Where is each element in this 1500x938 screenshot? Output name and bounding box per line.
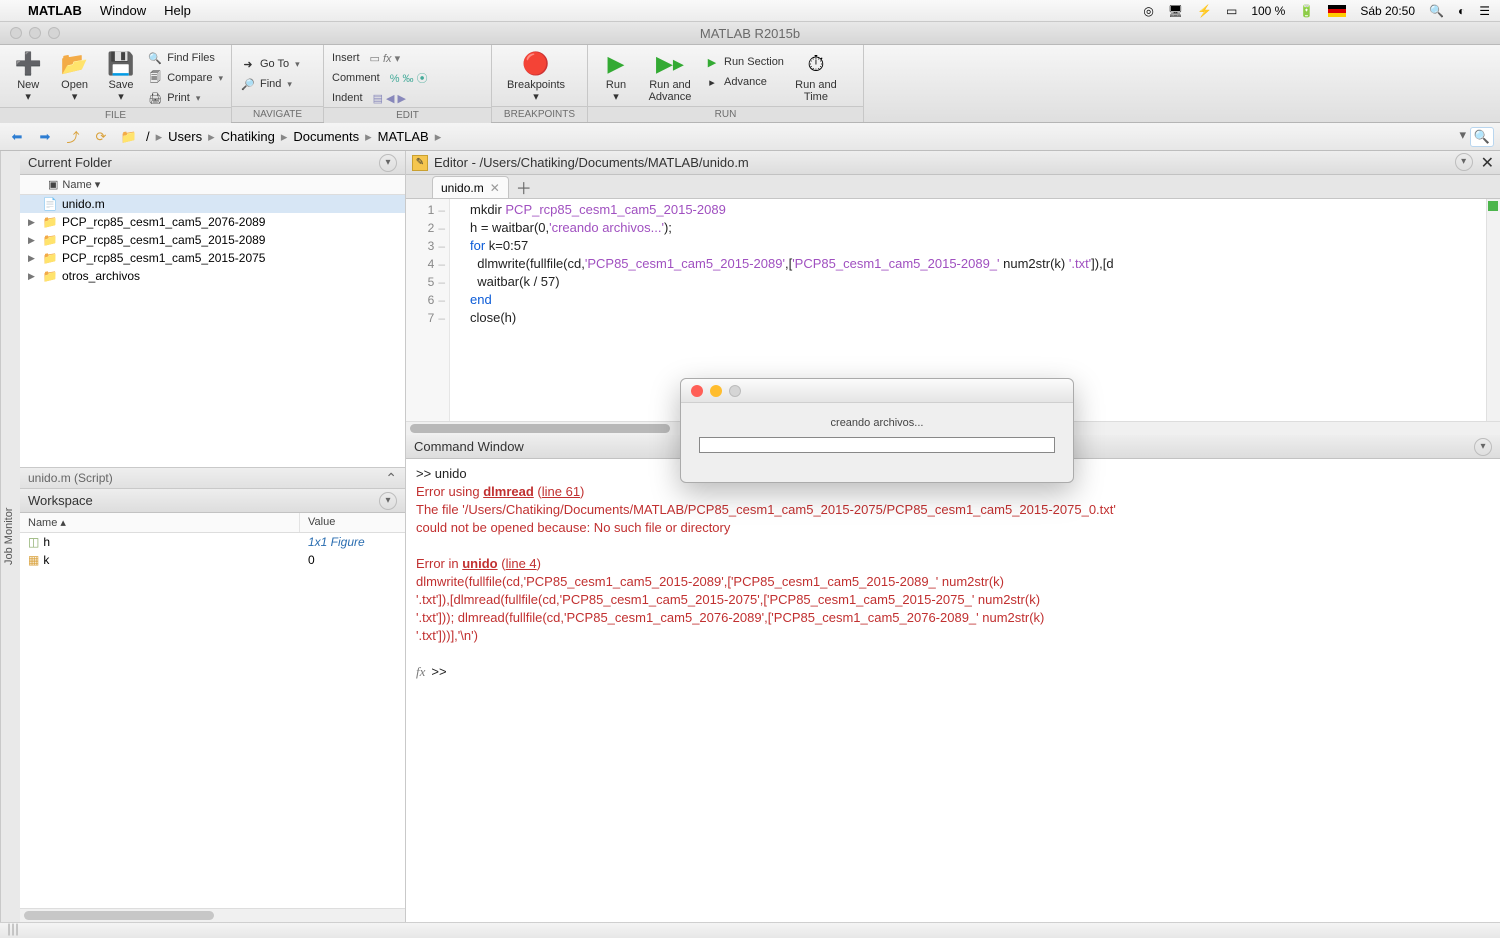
folder-item[interactable]: ▶📁PCP_rcp85_cesm1_cam5_2076-2089 [20,213,405,231]
command-window[interactable]: >> unidoError using dlmread (line 61)The… [406,459,1500,922]
find-files-button[interactable]: 🔍Find Files [147,49,223,67]
advance-button[interactable]: ▸Advance [704,73,784,91]
file-status-expand[interactable]: ⌃ [385,470,397,487]
menu-list-icon[interactable]: ☰ [1479,4,1490,18]
command-prompt[interactable]: >> [431,663,446,681]
battery-text: 100 % [1251,4,1285,18]
workspace-value-header[interactable]: Value [300,513,343,532]
run-section-button[interactable]: ▶Run Section [704,53,784,71]
editor-titlebar: ✎ Editor - /Users/Chatiking/Documents/MA… [406,151,1500,175]
file-status: unido.m (Script)⌃ [20,467,405,489]
file-item[interactable]: 📄unido.m [20,195,405,213]
save-button[interactable]: 💾Save▾ [101,49,141,103]
nav-reload-button[interactable]: ⟳ [90,127,112,147]
file-name-header[interactable]: ▣Name ▾ [20,175,405,195]
toolstrip: ➕New▾ 📂Open▾ 💾Save▾ 🔍Find Files 🗐Compare… [0,45,1500,123]
goto-button[interactable]: ➜Go To [240,55,300,73]
workspace-name-header[interactable]: Name ▴ [20,513,300,532]
folder-item[interactable]: ▶📁otros_archivos [20,267,405,285]
workspace-hscroll[interactable] [20,908,405,922]
tab-add-button[interactable]: ＋ [513,176,535,198]
workspace-row[interactable]: ◫h 1x1 Figure [20,533,405,551]
fx-icon[interactable]: fx [416,663,425,681]
compare-button[interactable]: 🗐Compare [147,69,223,87]
current-folder-menu-icon[interactable]: ▾ [379,154,397,172]
address-row: ⬅ ➡ ⤴ ⟳ 📁 /▸ Users▸ Chatiking▸ Documents… [0,123,1500,151]
menubar-app-name[interactable]: MATLAB [28,3,82,18]
airplay-icon[interactable]: ▭ [1226,4,1237,18]
print-button[interactable]: 🖨Print [147,89,223,107]
waitbar-minimize[interactable] [710,385,722,397]
statusbar [0,922,1500,938]
editor-menu-icon[interactable]: ▾ [1455,153,1473,171]
waitbar-progress [699,437,1055,453]
macos-menubar: MATLAB Window Help ◎ 🖥 ⚡ ▭ 100 % 🔋 Sáb 2… [0,0,1500,22]
nav-up-button[interactable]: ⤴ [62,127,84,147]
folder-item[interactable]: ▶📁PCP_rcp85_cesm1_cam5_2015-2089 [20,231,405,249]
current-folder-title: Current Folder ▾ [20,151,405,175]
display-icon[interactable]: 🖥 [1168,4,1183,18]
window-titlebar: MATLAB R2015b [0,22,1500,45]
workspace-title: Workspace ▾ [20,489,405,513]
teamviewer-icon[interactable]: ◎ [1143,4,1153,18]
command-window-menu-icon[interactable]: ▾ [1474,438,1492,456]
group-label-navigate: NAVIGATE [232,106,323,122]
waitbar-dialog: creando archivos... [680,378,1074,483]
open-button[interactable]: 📂Open▾ [54,49,94,103]
tab-close-icon[interactable]: ✕ [490,181,500,195]
breakpoints-button[interactable]: 🔴Breakpoints▾ [500,49,572,103]
new-button[interactable]: ➕New▾ [8,49,48,103]
file-list: 📄unido.m ▶📁PCP_rcp85_cesm1_cam5_2076-208… [20,195,405,467]
waitbar-text: creando archivos... [681,403,1073,429]
breadcrumb[interactable]: /▸ Users▸ Chatiking▸ Documents▸ MATLAB▸ [146,129,441,145]
code-status-strip [1486,199,1500,421]
job-monitor-tab[interactable]: Job Monitor [0,151,20,922]
spotlight-icon[interactable]: 🔍 [1429,4,1444,18]
addr-search-button[interactable]: 🔍 [1470,127,1494,147]
group-label-run: RUN [588,106,863,122]
run-button[interactable]: ▶Run▾ [596,49,636,103]
run-time-button[interactable]: ⏱Run and Time [790,49,842,103]
folder-icon[interactable]: 📁 [118,127,140,147]
comment-button[interactable]: Comment % ‰ ⦿ [332,69,428,87]
nav-forward-button[interactable]: ➡ [34,127,56,147]
group-label-breakpoints: BREAKPOINTS [492,106,587,122]
workspace-row[interactable]: ▦k 0 [20,551,405,569]
group-label-file: FILE [0,107,231,123]
editor-icon: ✎ [412,155,428,171]
code-ok-icon [1488,201,1498,211]
addr-dropdown[interactable]: ▾ [1459,127,1466,147]
waitbar-zoom [729,385,741,397]
battery-icon[interactable]: 🔋 [1299,4,1314,18]
waitbar-close[interactable] [691,385,703,397]
insert-button[interactable]: Insert ▭ fx ▾ [332,49,428,67]
editor-tabrow: unido.m✕ ＋ [406,175,1500,199]
find-button[interactable]: 🔎Find [240,75,300,93]
menu-window[interactable]: Window [100,3,146,18]
editor-close-button[interactable]: ✕ [1481,153,1494,173]
workspace-menu-icon[interactable]: ▾ [379,492,397,510]
indent-button[interactable]: Indent ▤ ◀ ▶ [332,89,428,107]
workspace-body: ◫h 1x1 Figure ▦k 0 [20,533,405,908]
wifi-icon[interactable]: ⚡ [1197,4,1212,18]
editor-tab[interactable]: unido.m✕ [432,176,509,198]
run-advance-button[interactable]: ▶▸Run and Advance [642,49,698,103]
nav-back-button[interactable]: ⬅ [6,127,28,147]
clock[interactable]: Sáb 20:50 [1360,4,1415,18]
folder-item[interactable]: ▶📁PCP_rcp85_cesm1_cam5_2015-2075 [20,249,405,267]
window-title: MATLAB R2015b [0,26,1500,41]
siri-icon[interactable]: ◐ [1458,4,1465,18]
group-label-edit: EDIT [324,107,491,123]
menu-help[interactable]: Help [164,3,191,18]
flag-de-icon[interactable] [1328,5,1346,17]
